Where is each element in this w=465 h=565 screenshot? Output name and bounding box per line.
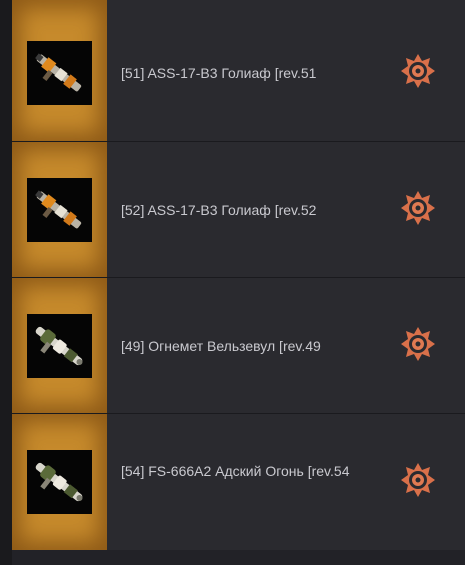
- item-thumbnail: [12, 0, 107, 141]
- item-thumbnail: [12, 278, 107, 413]
- list-item[interactable]: [52] ASS-17-B3 Голиаф [rev.52: [12, 142, 465, 278]
- item-name: [52] ASS-17-B3 Голиаф [rev.52: [121, 202, 317, 218]
- list-item[interactable]: [54] FS-666A2 Адский Огонь [rev.54: [12, 414, 465, 550]
- item-thumbnail: [12, 142, 107, 277]
- item-name: [51] ASS-17-B3 Голиаф [rev.51: [121, 65, 317, 81]
- item-name: [49] Огнемет Вельзевул [rev.49: [121, 338, 321, 354]
- list-item[interactable]: [51] ASS-17-B3 Голиаф [rev.51: [12, 0, 465, 142]
- list-left-edge: [0, 0, 12, 565]
- weapon-list: [51] ASS-17-B3 Голиаф [rev.51 [52] ASS-1…: [0, 0, 465, 565]
- fire-seal-icon: [400, 462, 436, 498]
- list-item[interactable]: [49] Огнемет Вельзевул [rev.49: [12, 278, 465, 414]
- fire-seal-icon: [400, 326, 436, 362]
- rifle-icon: [27, 41, 92, 105]
- rifle-icon: [27, 178, 92, 242]
- flamethrower-icon: [27, 450, 92, 514]
- fire-seal-icon: [400, 190, 436, 226]
- item-name: [54] FS-666A2 Адский Огонь [rev.54: [121, 463, 350, 479]
- flamethrower-icon: [27, 314, 92, 378]
- fire-seal-icon: [400, 53, 436, 89]
- item-thumbnail: [12, 414, 107, 550]
